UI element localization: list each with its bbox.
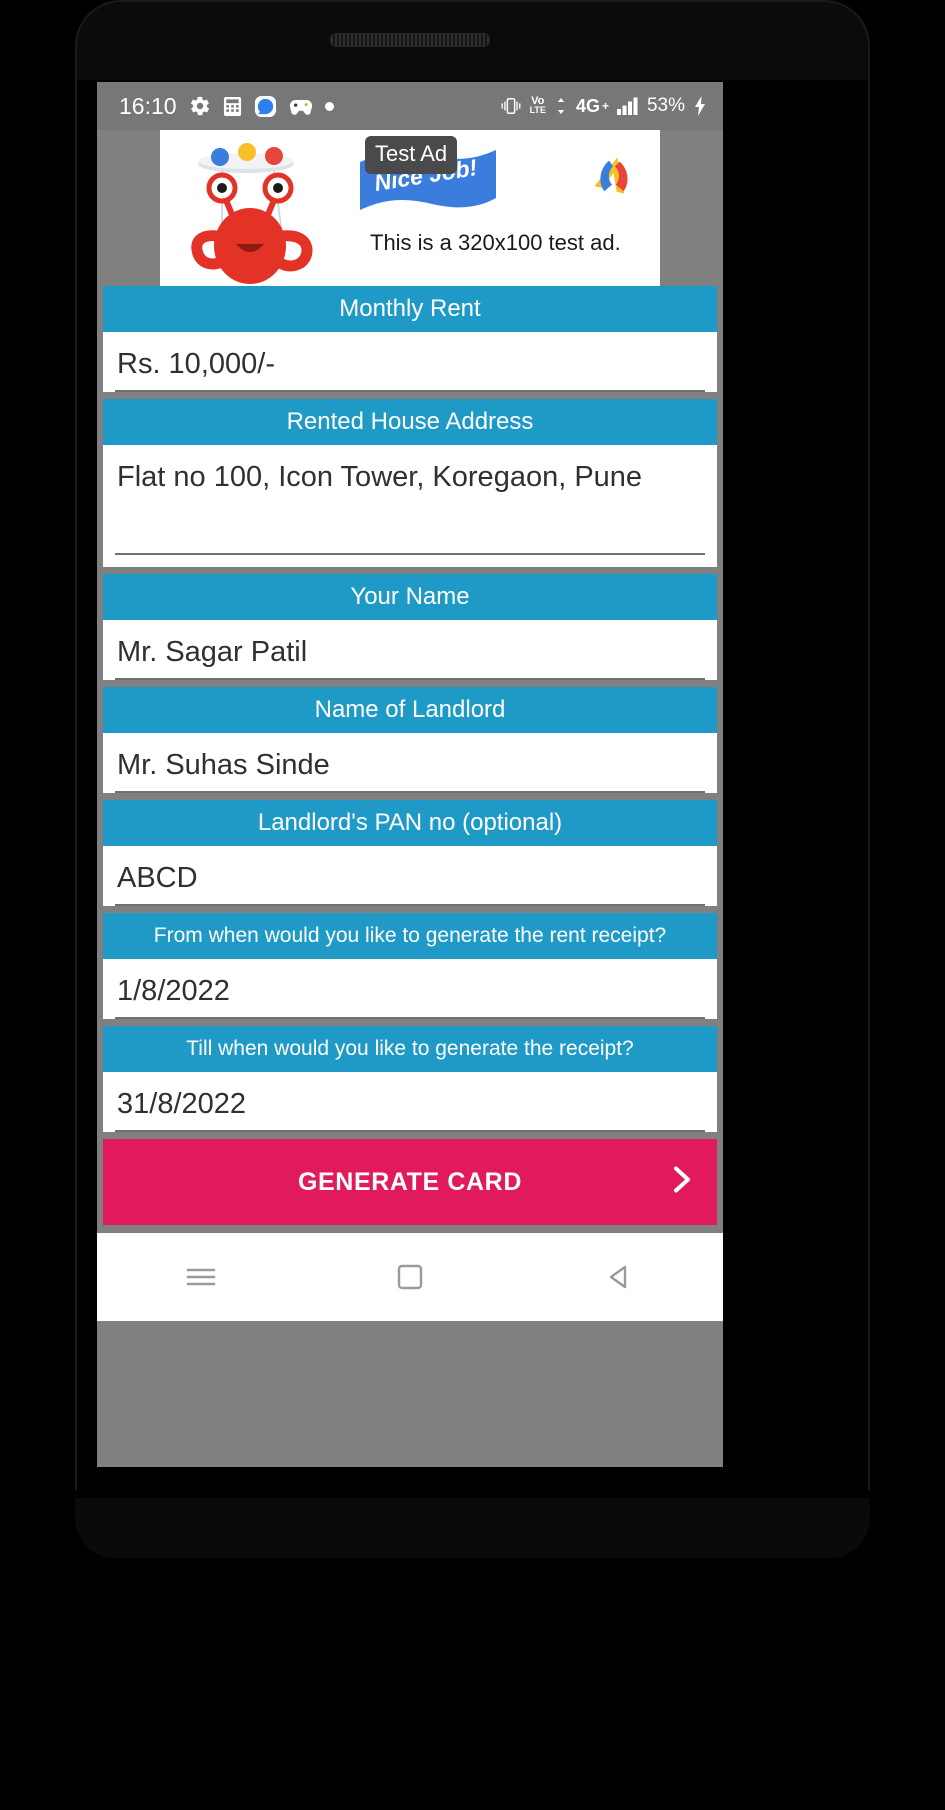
field-group-landlord-name: Name of Landlord Mr. Suhas Sinde (103, 687, 717, 793)
earpiece-speaker-grille (330, 33, 490, 47)
input-wrap-landlord-pan[interactable]: ABCD (103, 846, 717, 906)
phone-screen: 16:10 Vo LTE 4G + 53% Nice Job! Test Ad … (97, 82, 723, 1467)
status-clock: 16:10 (119, 92, 177, 119)
network-label: 4G (575, 95, 600, 116)
input-wrap-landlord-name[interactable]: Mr. Suhas Sinde (103, 733, 717, 793)
label-till-date: Till when would you like to generate the… (103, 1026, 717, 1072)
field-group-rented-house-address: Rented House Address Flat no 100, Icon T… (103, 399, 717, 567)
field-group-from-date: From when would you like to generate the… (103, 913, 717, 1019)
generate-card-label: GENERATE CARD (297, 1167, 522, 1196)
status-bar-left: 16:10 (119, 93, 500, 120)
volte-icon: Vo LTE (529, 95, 546, 115)
menu-icon[interactable] (156, 1247, 246, 1307)
dot-icon (324, 101, 334, 111)
home-square-icon[interactable] (365, 1247, 455, 1307)
ad-description: This is a 320x100 test ad. (370, 230, 621, 255)
input-wrap-rented-house-address[interactable]: Flat no 100, Icon Tower, Koregaon, Pune (103, 445, 717, 567)
phone-device: 16:10 Vo LTE 4G + 53% Nice Job! Test Ad … (0, 0, 945, 1810)
input-landlord-pan[interactable]: ABCD (115, 856, 705, 906)
status-bar: 16:10 Vo LTE 4G + 53% (97, 82, 723, 130)
phone-bezel-bottom-round (75, 1498, 870, 1558)
input-till-date[interactable]: 31/8/2022 (115, 1082, 705, 1132)
generate-card-button[interactable]: GENERATE CARD (103, 1139, 717, 1225)
label-landlord-name: Name of Landlord (103, 687, 717, 733)
input-your-name[interactable]: Mr. Sagar Patil (115, 630, 705, 680)
input-rented-house-address[interactable]: Flat no 100, Icon Tower, Koregaon, Pune (115, 455, 705, 555)
input-wrap-monthly-rent[interactable]: Rs. 10,000/- (103, 332, 717, 392)
android-navigation-bar (97, 1233, 723, 1321)
test-ad-badge: Test Ad (365, 136, 458, 174)
admob-logo (594, 157, 628, 194)
gear-icon (189, 95, 211, 117)
ad-banner-container: Nice Job! Test Ad This is a 320x100 test… (97, 130, 723, 286)
label-monthly-rent: Monthly Rent (103, 286, 717, 332)
label-landlord-pan: Landlord's PAN no (optional) (103, 800, 717, 846)
network-plus-label: + (601, 99, 609, 113)
status-bar-right: Vo LTE 4G + 53% (500, 95, 707, 117)
signal-bars-icon (616, 97, 639, 115)
field-group-landlord-pan: Landlord's PAN no (optional) ABCD (103, 800, 717, 906)
label-your-name: Your Name (103, 574, 717, 620)
game-controller-icon (289, 97, 313, 116)
field-group-monthly-rent: Monthly Rent Rs. 10,000/- (103, 286, 717, 392)
calculator-icon (223, 96, 242, 117)
battery-percent-label: 53% (646, 95, 685, 116)
input-monthly-rent[interactable]: Rs. 10,000/- (115, 342, 705, 392)
signal-4g-icon (554, 97, 568, 115)
rent-receipt-form: Monthly Rent Rs. 10,000/- Rented House A… (97, 286, 723, 1225)
field-group-till-date: Till when would you like to generate the… (103, 1026, 717, 1132)
admob-test-ad[interactable]: Nice Job! Test Ad This is a 320x100 test… (160, 130, 660, 286)
vibrate-icon (500, 96, 522, 116)
input-wrap-your-name[interactable]: Mr. Sagar Patil (103, 620, 717, 680)
input-from-date[interactable]: 1/8/2022 (115, 969, 705, 1019)
chevron-right-icon (669, 1164, 695, 1201)
label-rented-house-address: Rented House Address (103, 399, 717, 445)
monster-mascot-icon (191, 143, 313, 284)
messaging-icon (254, 95, 277, 118)
label-from-date: From when would you like to generate the… (103, 913, 717, 959)
battery-icon (693, 96, 707, 116)
field-group-your-name: Your Name Mr. Sagar Patil (103, 574, 717, 680)
input-wrap-from-date[interactable]: 1/8/2022 (103, 959, 717, 1019)
input-landlord-name[interactable]: Mr. Suhas Sinde (115, 743, 705, 793)
back-triangle-icon[interactable] (574, 1247, 664, 1307)
input-wrap-till-date[interactable]: 31/8/2022 (103, 1072, 717, 1132)
